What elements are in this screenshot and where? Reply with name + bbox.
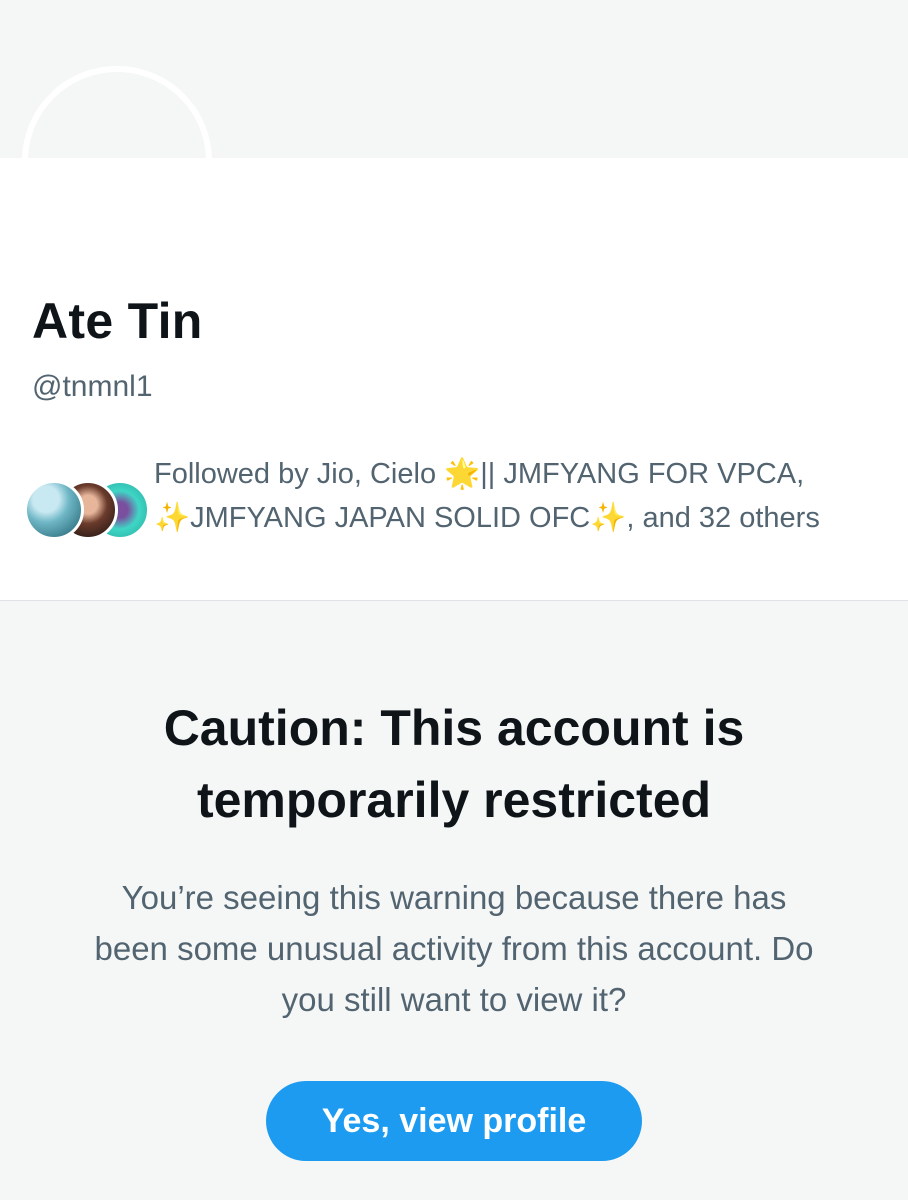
followers-you-know-avatars[interactable] — [24, 480, 150, 546]
restriction-warning: Caution: This account is temporarily res… — [0, 600, 908, 1025]
sparkle-emoji-icon: ✨ — [590, 500, 627, 534]
follower-avatar — [24, 480, 84, 540]
sparkle-emoji-icon: ✨ — [154, 500, 191, 534]
display-name: Ate Tin — [32, 293, 203, 349]
warning-title: Caution: This account is temporarily res… — [163, 700, 745, 828]
view-profile-button[interactable]: Yes, view profile — [266, 1081, 642, 1161]
user-handle: @tnmnl1 — [32, 370, 153, 403]
followed-by-suffix: , and 32 others — [626, 502, 820, 534]
warning-message: You’re seeing this warning because there… — [94, 879, 814, 1018]
followed-by-name: JMFYANG JAPAN SOLID OFC — [190, 502, 591, 534]
followed-by-prefix: Followed by Jio, Cielo — [154, 458, 445, 490]
followed-by-middle: || JMFYANG FOR VPCA, — [480, 458, 805, 490]
star-emoji-icon: 🌟 — [444, 456, 481, 490]
followed-by-text[interactable]: Followed by Jio, Cielo 🌟|| JMFYANG FOR V… — [154, 452, 884, 540]
